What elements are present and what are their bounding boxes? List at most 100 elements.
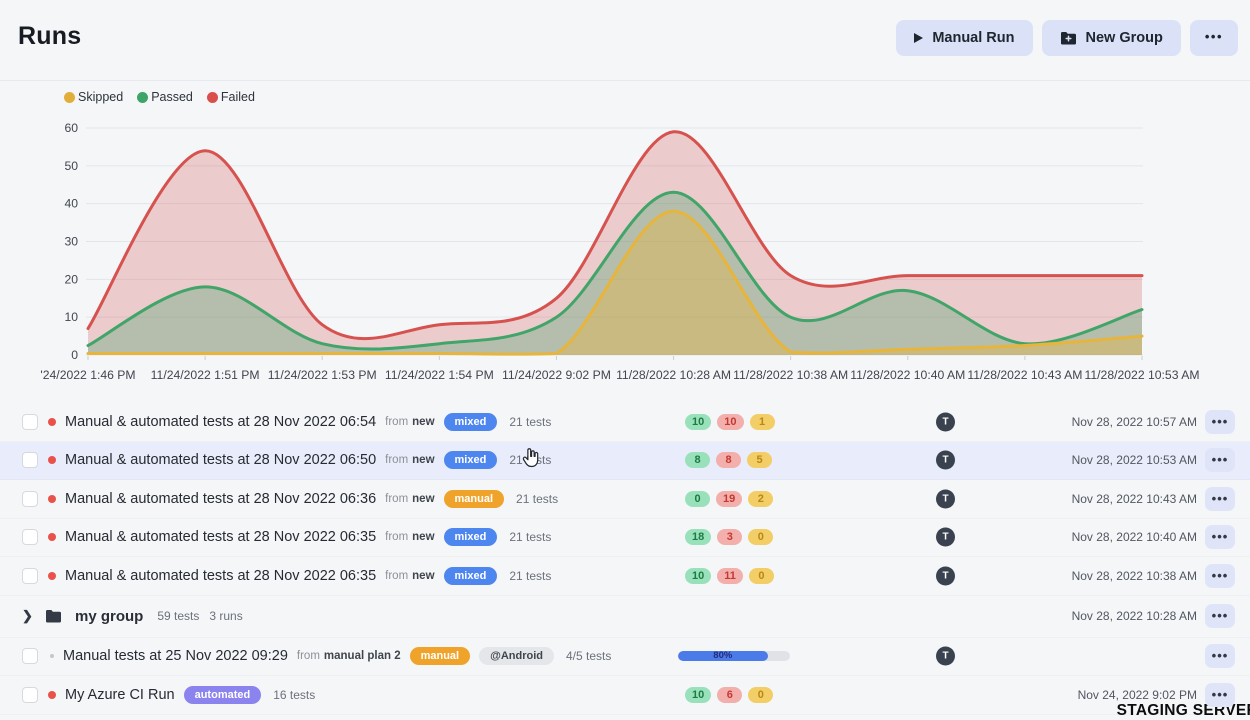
status-dot-gray: [50, 654, 54, 658]
row-checkbox[interactable]: [22, 452, 38, 468]
avatar[interactable]: T: [936, 489, 955, 508]
row-timestamp: Nov 28, 2022 10:28 AM: [1072, 609, 1197, 623]
from-label: from: [385, 531, 408, 543]
count-skipped: 0: [748, 687, 773, 703]
row-more-button[interactable]: •••: [1205, 525, 1235, 549]
status-dot-red: [48, 456, 56, 464]
legend-item-skipped: Skipped: [64, 90, 123, 104]
row-more-button[interactable]: •••: [1205, 448, 1235, 472]
run-name[interactable]: Manual & automated tests at 28 Nov 2022 …: [65, 529, 376, 545]
row-more-button[interactable]: •••: [1205, 410, 1235, 434]
count-failed: 19: [716, 491, 742, 507]
row-more-button[interactable]: •••: [1205, 487, 1235, 511]
badge-mixed: mixed: [444, 528, 498, 546]
y-tick-label: 40: [64, 197, 78, 211]
row-checkbox[interactable]: [22, 648, 38, 664]
count-failed: 11: [717, 568, 743, 584]
folder-plus-icon: [1060, 31, 1077, 45]
page-title: Runs: [18, 22, 81, 51]
legend-item-failed: Failed: [207, 90, 255, 104]
x-tick-label: '24/2022 1:46 PM: [40, 368, 135, 382]
row-more-button[interactable]: •••: [1205, 644, 1235, 668]
count-skipped: 1: [750, 414, 775, 430]
count-passed: 8: [685, 452, 710, 468]
from-plan-name: new: [412, 531, 434, 543]
group-row[interactable]: ❯my group59 tests3 runsNov 28, 2022 10:2…: [0, 596, 1250, 638]
row-timestamp: Nov 28, 2022 10:43 AM: [1072, 492, 1197, 506]
row-timestamp: Nov 28, 2022 10:53 AM: [1072, 453, 1197, 467]
run-row[interactable]: Manual & automated tests at 28 Nov 2022 …: [0, 480, 1250, 519]
x-tick-label: 11/24/2022 1:53 PM: [268, 368, 377, 382]
play-icon: [914, 33, 923, 43]
row-checkbox[interactable]: [22, 568, 38, 584]
status-dot-red: [48, 572, 56, 580]
new-group-button[interactable]: New Group: [1042, 20, 1181, 56]
run-name[interactable]: Manual & automated tests at 28 Nov 2022 …: [65, 452, 376, 468]
result-counts: 10110: [685, 568, 774, 584]
from-label: from: [385, 454, 408, 466]
run-row[interactable]: Manual & automated tests at 28 Nov 2022 …: [0, 442, 1250, 481]
legend-dot: [137, 92, 148, 103]
group-name: my group: [75, 608, 143, 625]
badge-manual: manual: [444, 490, 505, 508]
runs-area-chart: 0102030405060'24/2022 1:46 PM11/24/2022 …: [0, 105, 1250, 397]
toolbar: Manual Run New Group •••: [896, 20, 1238, 56]
x-tick-label: 11/24/2022 1:51 PM: [151, 368, 260, 382]
manual-run-button[interactable]: Manual Run: [896, 20, 1032, 56]
row-more-button[interactable]: •••: [1205, 564, 1235, 588]
header-more-button[interactable]: •••: [1190, 20, 1238, 56]
folder-icon: [45, 609, 62, 623]
row-checkbox[interactable]: [22, 491, 38, 507]
count-failed: 6: [717, 687, 742, 703]
run-name[interactable]: Manual tests at 25 Nov 2022 09:29: [63, 648, 288, 664]
run-row[interactable]: Manual tests at 25 Nov 2022 09:29fromman…: [0, 638, 1250, 677]
avatar[interactable]: T: [936, 647, 955, 666]
run-row[interactable]: Manual & automated tests at 28 Nov 2022 …: [0, 519, 1250, 558]
count-failed: 8: [716, 452, 741, 468]
run-name[interactable]: Manual & automated tests at 28 Nov 2022 …: [65, 491, 376, 507]
from-label: from: [385, 570, 408, 582]
tests-count-label: 21 tests: [509, 530, 551, 544]
run-name[interactable]: Manual & automated tests at 28 Nov 2022 …: [65, 414, 376, 430]
status-dot-red: [48, 691, 56, 699]
avatar[interactable]: T: [936, 451, 955, 470]
row-timestamp: Nov 28, 2022 10:38 AM: [1072, 569, 1197, 583]
count-passed: 0: [685, 491, 710, 507]
status-dot-red: [48, 418, 56, 426]
run-row[interactable]: My Azure CI Runautomated16 tests1060Nov …: [0, 676, 1250, 715]
chevron-right-icon[interactable]: ❯: [22, 608, 34, 624]
x-tick-label: 11/28/2022 10:43 AM: [967, 368, 1082, 382]
row-checkbox[interactable]: [22, 529, 38, 545]
progress-bar: 80%: [678, 651, 790, 661]
run-name[interactable]: Manual & automated tests at 28 Nov 2022 …: [65, 568, 376, 584]
row-checkbox[interactable]: [22, 687, 38, 703]
badge-mixed: mixed: [444, 413, 498, 431]
avatar[interactable]: T: [936, 412, 955, 431]
row-checkbox[interactable]: [22, 414, 38, 430]
avatar[interactable]: T: [936, 566, 955, 585]
count-passed: 10: [685, 414, 711, 430]
from-plan-name: new: [412, 493, 434, 505]
x-tick-label: 11/24/2022 1:54 PM: [385, 368, 494, 382]
legend-dot: [64, 92, 75, 103]
header-divider: [0, 80, 1250, 81]
avatar[interactable]: T: [936, 528, 955, 547]
run-row[interactable]: Manual & automated tests at 28 Nov 2022 …: [0, 557, 1250, 596]
from-label: from: [297, 650, 320, 662]
y-tick-label: 20: [64, 272, 78, 286]
y-tick-label: 0: [71, 348, 78, 362]
progress-percent-label: 80%: [713, 651, 732, 661]
row-more-button[interactable]: •••: [1205, 604, 1235, 628]
x-tick-label: 11/28/2022 10:53 AM: [1085, 368, 1200, 382]
y-tick-label: 50: [64, 159, 78, 173]
count-failed: 10: [717, 414, 743, 430]
result-counts: 885: [685, 452, 772, 468]
from-label: from: [385, 493, 408, 505]
run-name[interactable]: My Azure CI Run: [65, 687, 175, 703]
count-passed: 18: [685, 529, 711, 545]
from-plan-name: new: [412, 570, 434, 582]
x-tick-label: 11/24/2022 9:02 PM: [502, 368, 611, 382]
row-more-button[interactable]: •••: [1205, 683, 1235, 707]
legend-dot: [207, 92, 218, 103]
run-row[interactable]: Manual & automated tests at 28 Nov 2022 …: [0, 403, 1250, 442]
